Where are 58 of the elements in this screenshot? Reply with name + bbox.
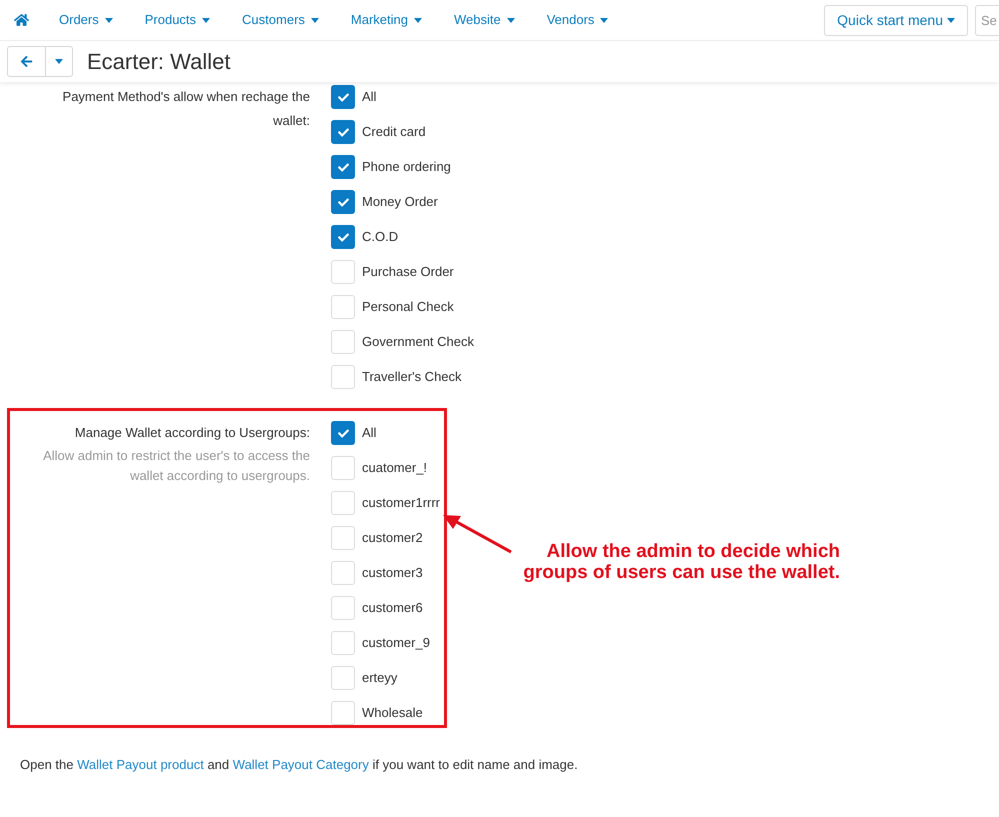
check-icon [338, 232, 348, 242]
quick-start-menu-button[interactable]: Quick start menu [824, 4, 968, 36]
setting-label: Payment Method's allow when rechage the wallet: [62, 88, 310, 130]
dropdown-button[interactable] [46, 46, 73, 77]
caret-icon [104, 18, 113, 22]
nav-menu-item[interactable]: Customers [226, 10, 335, 30]
home-icon [14, 13, 29, 27]
check-icon [338, 162, 348, 172]
checkbox-label: Phone ordering [362, 158, 451, 176]
caret-icon [202, 18, 210, 22]
nav-menu-item[interactable]: Products [128, 10, 226, 30]
checkbox-label: customer3 [362, 564, 423, 582]
checkbox[interactable] [331, 155, 355, 179]
caret-icon [947, 18, 955, 22]
checkbox-label: erteyy [362, 669, 398, 688]
checkbox-label: customer2 [362, 529, 423, 548]
check-icon [338, 196, 348, 208]
checkbox-label: customer1rrrr [362, 494, 440, 512]
checkbox-label: Money Order [362, 193, 438, 212]
caret-icon [600, 18, 608, 22]
checkbox-label: Personal Check [362, 298, 454, 316]
checkbox-label: customer_9 [362, 634, 430, 652]
back-button[interactable] [7, 46, 46, 77]
nav-menu-item[interactable]: Orders [43, 10, 129, 30]
checkbox-label: Wholesale [362, 704, 423, 722]
nav-menu-item[interactable]: Marketing [334, 10, 438, 30]
checkbox-label: Traveller's Check [362, 368, 462, 386]
link[interactable]: Wallet Payout product [77, 757, 204, 772]
checkbox-label: Credit card [362, 123, 426, 142]
setting-description: Allow admin to restrict the user's to access the wallet according to usergroups. [42, 447, 310, 485]
checkbox[interactable] [331, 190, 355, 214]
link[interactable]: Wallet Payout Category [232, 757, 369, 772]
search-field[interactable]: Se [975, 4, 999, 36]
check-icon [338, 92, 348, 102]
checkbox-label: cuatomer_! [362, 459, 428, 478]
page-title: Ecarter: Wallet [87, 48, 230, 76]
annotation-text: Allow the admin to decide which groups of users can use the wallet. [522, 541, 840, 583]
footer-note: Open the Wallet Payout product and Wallet Payout Category if you want to edit name and image. [20, 756, 579, 774]
nav-menu-item[interactable]: Website [438, 10, 531, 30]
back-arrow-icon [20, 55, 33, 68]
check-icon [338, 428, 348, 438]
caret-icon [310, 18, 319, 22]
checkbox-label: All [362, 424, 376, 442]
checkbox-label: Government Check [362, 333, 474, 352]
checkbox-label: Purchase Order [362, 263, 454, 282]
caret-icon [414, 18, 422, 22]
caret-icon [55, 59, 63, 64]
checkbox-label: All [362, 88, 376, 106]
checkbox[interactable] [331, 85, 355, 109]
check-icon [338, 126, 348, 138]
caret-icon [506, 18, 515, 22]
checkbox-label: customer6 [362, 599, 423, 618]
nav-menu-item[interactable]: Vendors [530, 10, 624, 30]
setting-label: Manage Wallet according to Usergroups: [74, 424, 310, 442]
checkbox[interactable] [331, 225, 355, 249]
checkbox-label: C.O.D [362, 228, 398, 246]
checkbox[interactable] [331, 120, 355, 144]
checkbox[interactable] [331, 421, 355, 445]
